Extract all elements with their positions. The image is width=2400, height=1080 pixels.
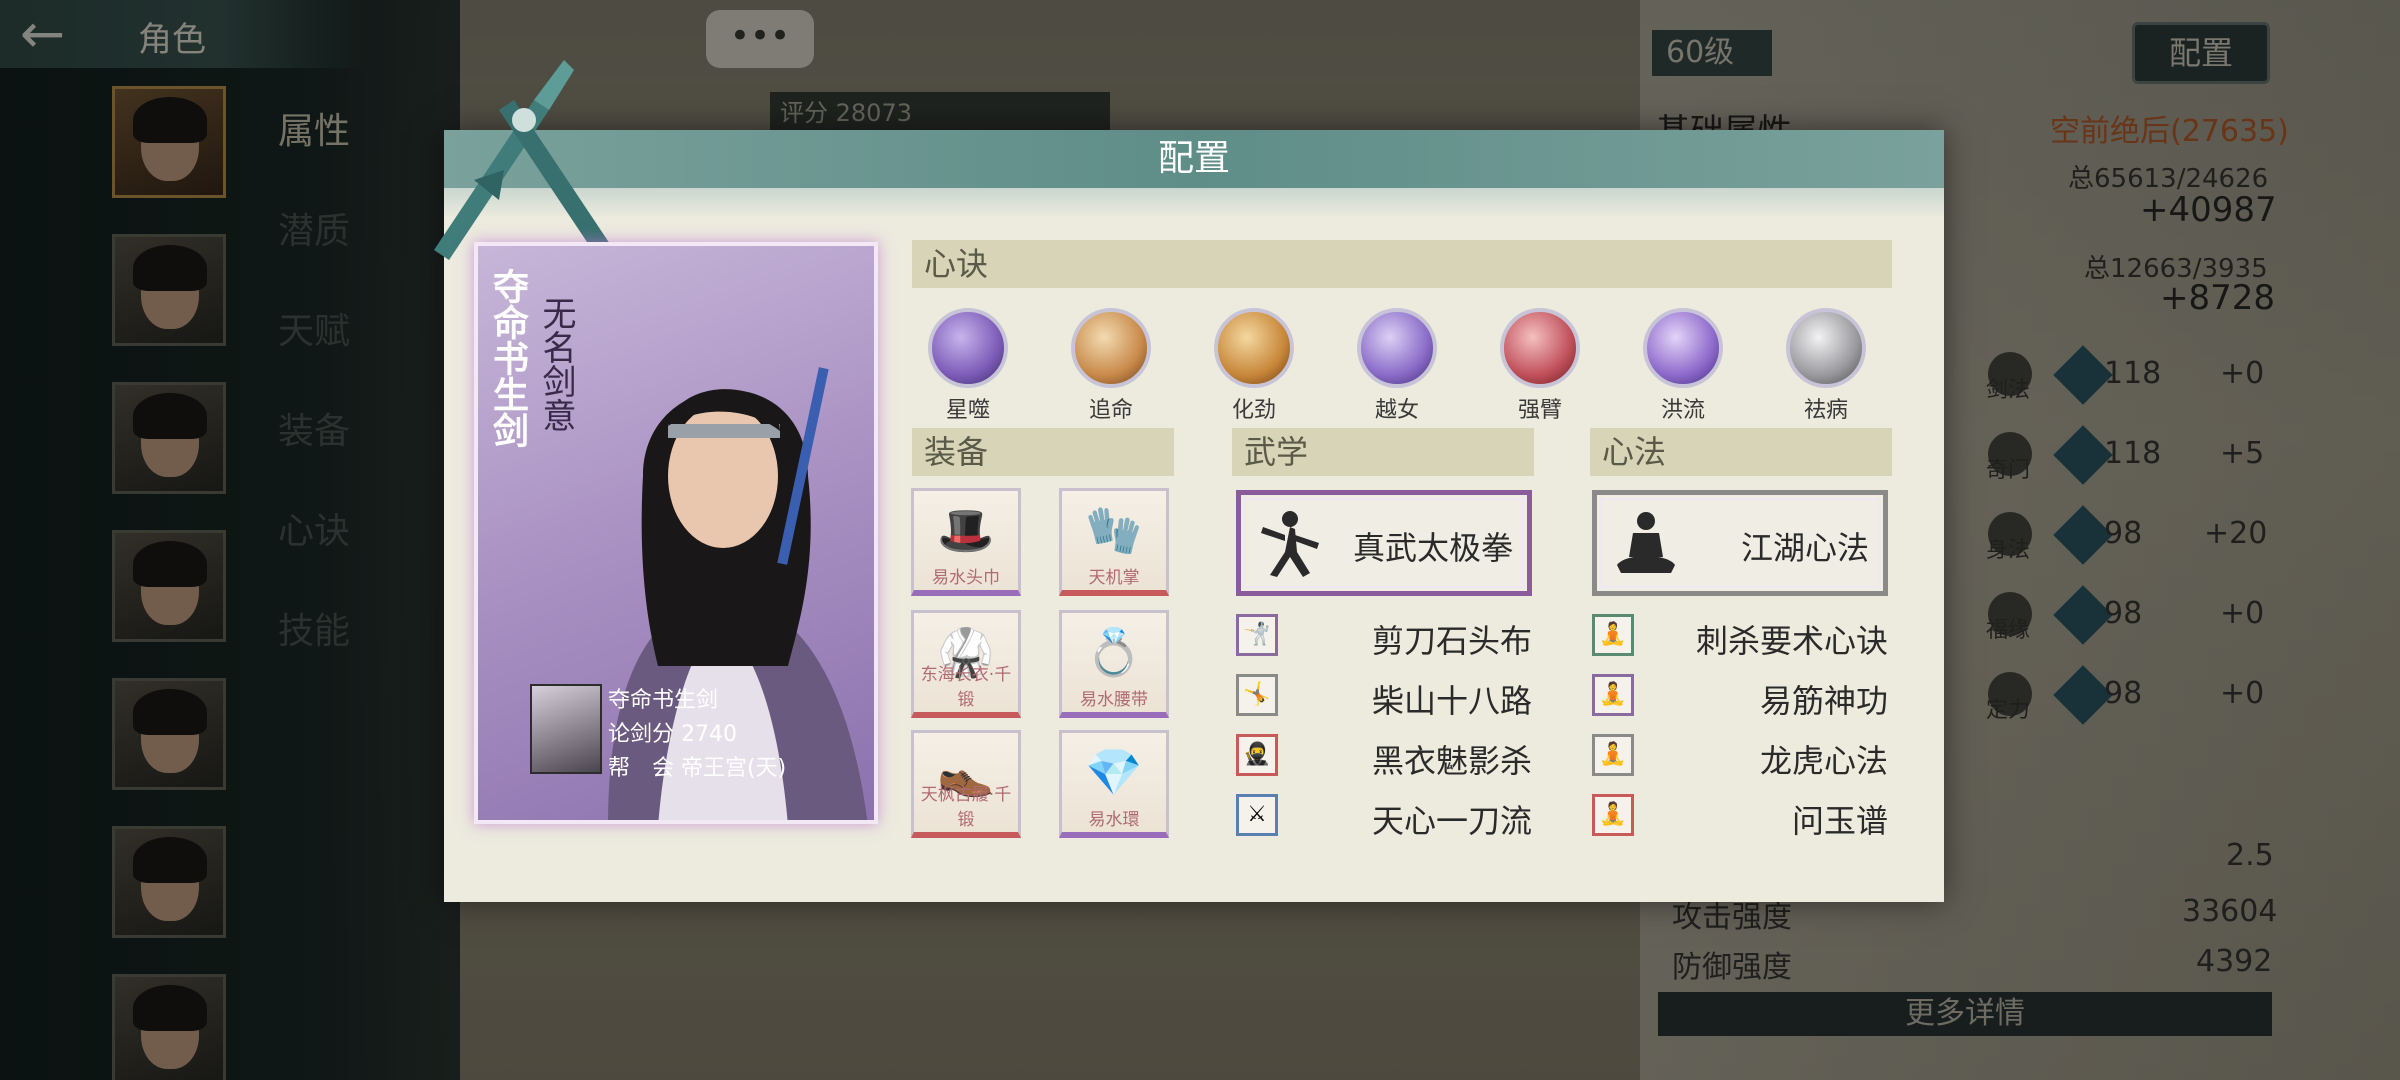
xinfa-skill-2[interactable]: 🧘 易筋神功 [1592, 674, 1888, 720]
config-modal: 配置 夺命书生剑 无名剑意 夺命书生剑 论剑分 2740 帮 会 帝王宫(天) … [434, 60, 1944, 902]
skill-figure-icon: 🧘 [1592, 614, 1634, 656]
wuxue-skill-name: 剪刀石头布 [1371, 622, 1532, 660]
wuxue-main-name: 真武太极拳 [1352, 529, 1513, 567]
xinfa-skill-1[interactable]: 🧘 刺杀要术心诀 [1592, 614, 1888, 660]
wuxue-skill-3[interactable]: 🥷 黑衣魅影杀 [1236, 734, 1532, 780]
xinfa-main-skill[interactable]: 江湖心法 [1592, 490, 1888, 596]
xinjue-label: 强臂 [1517, 398, 1562, 423]
xinjue-skill-5[interactable]: 强臂 [1490, 308, 1590, 424]
character-card: 夺命书生剑 无名剑意 夺命书生剑 论剑分 2740 帮 会 帝王宫(天) [474, 242, 878, 824]
card-title: 夺命书生剑 [487, 268, 529, 448]
card-score-value: 2740 [681, 722, 738, 747]
card-guild-value: 帝王宫(天) [681, 756, 787, 781]
xinjue-skill-2[interactable]: 追命 [1061, 308, 1161, 424]
xinfa-main-name: 江湖心法 [1740, 529, 1869, 567]
xinjue-label: 星噬 [945, 398, 990, 423]
xinjue-orb-icon [1500, 308, 1580, 388]
xinjue-orb-icon [1071, 308, 1151, 388]
glove-icon: 🧤 [1085, 503, 1143, 557]
equip-section-header: 装备 [912, 428, 1174, 476]
xinfa-skill-4[interactable]: 🧘 问玉谱 [1592, 794, 1888, 840]
belt-icon: 💍 [1085, 625, 1143, 679]
skill-figure-icon: 🥷 [1236, 734, 1278, 776]
xinjue-label: 越女 [1374, 398, 1419, 423]
equip-name: 易水头巾 [932, 568, 1000, 588]
wuxue-skill-name: 天心一刀流 [1371, 802, 1532, 840]
xinjue-orb-icon [928, 308, 1008, 388]
skill-figure-icon: 🤺 [1236, 614, 1278, 656]
xinfa-skill-name: 易筋神功 [1759, 682, 1888, 720]
modal-title: 配置 [1157, 138, 1230, 179]
equip-slot-belt[interactable]: 💍 易水腰带 [1059, 610, 1169, 718]
xinfa-skill-name: 刺杀要术心诀 [1695, 622, 1888, 660]
equip-name: 易水環 [1088, 810, 1140, 830]
xinjue-label: 祛病 [1803, 398, 1848, 423]
modal-header-decoration [444, 188, 1944, 218]
bracelet-icon: 💎 [1085, 745, 1143, 799]
equip-name: 天机掌 [1088, 568, 1140, 588]
card-guild-label: 帮 会 [608, 756, 675, 781]
wuxue-skill-2[interactable]: 🤸 柴山十八路 [1236, 674, 1532, 720]
xinjue-orb-icon [1786, 308, 1866, 388]
xinfa-section-header: 心法 [1590, 428, 1892, 476]
xinjue-skill-4[interactable]: 越女 [1347, 308, 1447, 424]
xinfa-skill-3[interactable]: 🧘 龙虎心法 [1592, 734, 1888, 780]
equip-slot-hands[interactable]: 🧤 天机掌 [1059, 488, 1169, 596]
meditating-monk-icon [1617, 512, 1675, 573]
xinjue-label: 追命 [1088, 398, 1133, 423]
crossed-swords-icon [434, 60, 614, 260]
equip-name: 易水腰带 [1080, 690, 1148, 710]
skill-figure-icon: 🤸 [1236, 674, 1278, 716]
martial-artist-icon [1261, 511, 1319, 577]
xinjue-skill-1[interactable]: 星噬 [918, 308, 1018, 424]
wuxue-skill-name: 黑衣魅影杀 [1371, 742, 1532, 780]
card-score-row: 论剑分 2740 [608, 716, 737, 748]
equip-slot-body[interactable]: 🥋 东海长衣·千锻 [911, 610, 1021, 718]
xinjue-skill-3[interactable]: 化劲 [1204, 308, 1304, 424]
card-guild-row: 帮 会 帝王宫(天) [608, 750, 786, 782]
wuxue-main-skill[interactable]: 真武太极拳 [1236, 490, 1532, 596]
headwear-icon: 🎩 [937, 503, 995, 557]
xinjue-label: 洪流 [1660, 398, 1705, 423]
wuxue-skill-4[interactable]: ⚔ 天心一刀流 [1236, 794, 1532, 840]
equip-name: 天枫古履·千锻 [920, 785, 1012, 830]
game-scene: ← 角色 属性 潜质 天赋 装备 心诀 技能 ••• 评分 28073 60级 … [0, 0, 2400, 1080]
card-score-label: 论剑分 [608, 722, 675, 747]
skill-figure-icon: 🧘 [1592, 734, 1634, 776]
xinjue-orb-icon [1214, 308, 1294, 388]
wuxue-section-header: 武学 [1232, 428, 1534, 476]
xinjue-orb-icon [1357, 308, 1437, 388]
skill-figure-icon: ⚔ [1236, 794, 1278, 836]
wuxue-skill-1[interactable]: 🤺 剪刀石头布 [1236, 614, 1532, 660]
xinfa-skill-name: 龙虎心法 [1759, 742, 1888, 780]
equip-name: 东海长衣·千锻 [920, 665, 1012, 710]
xinjue-label: 化劲 [1231, 398, 1276, 423]
wuxue-skill-name: 柴山十八路 [1371, 682, 1532, 720]
card-player-name: 夺命书生剑 [608, 688, 719, 713]
equip-slot-head[interactable]: 🎩 易水头巾 [911, 488, 1021, 596]
equip-slot-ring[interactable]: 💎 易水環 [1059, 730, 1169, 838]
xinfa-skill-name: 问玉谱 [1791, 802, 1888, 840]
skill-figure-icon: 🧘 [1592, 674, 1634, 716]
xinjue-orb-icon [1643, 308, 1723, 388]
skill-figure-icon: 🧘 [1592, 794, 1634, 836]
xinjue-skill-6[interactable]: 洪流 [1633, 308, 1733, 424]
player-avatar [530, 684, 602, 774]
xinjue-skill-7[interactable]: 祛病 [1776, 308, 1876, 424]
xinjue-section-header: 心诀 [912, 240, 1892, 288]
equip-slot-feet[interactable]: 👞 天枫古履·千锻 [911, 730, 1021, 838]
